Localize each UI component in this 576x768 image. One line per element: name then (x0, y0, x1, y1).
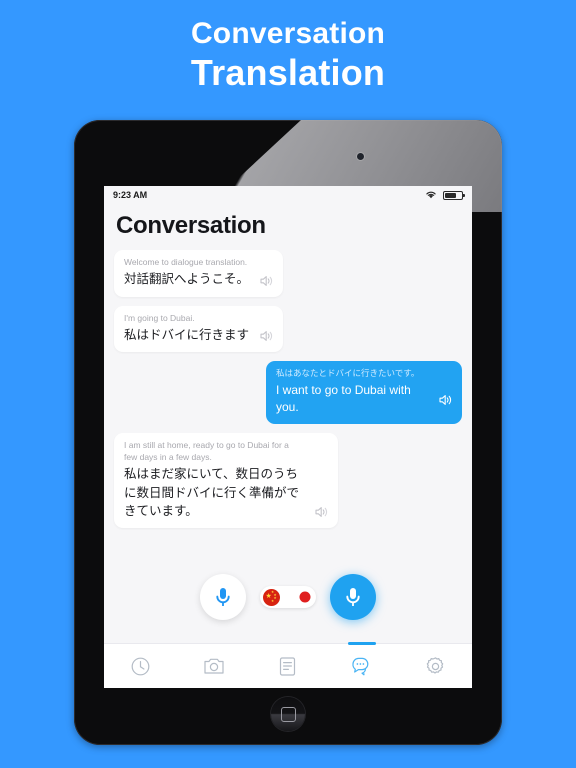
message-row: Welcome to dialogue translation. 対話翻訳へよう… (114, 250, 462, 297)
speaker-icon[interactable] (259, 329, 274, 343)
device-screen: 9:23 AM Conversation Welcome to dialogue… (104, 186, 472, 688)
message-source-text: Welcome to dialogue translation. (124, 257, 248, 267)
microphone-icon (346, 588, 360, 606)
japan-flag-icon[interactable] (296, 588, 313, 606)
front-camera-icon (357, 153, 364, 160)
message-target-text: I want to go to Dubai with you. (276, 382, 411, 415)
camera-icon (204, 658, 224, 674)
speaker-icon[interactable] (438, 393, 453, 407)
promo-line-2: Translation (190, 51, 386, 93)
home-square-icon (280, 706, 296, 722)
message-row: I am still at home, ready to go to Dubai… (114, 433, 462, 528)
message-source-text: I am still at home, ready to go to Dubai… (124, 440, 289, 462)
conversation-list: Welcome to dialogue translation. 対話翻訳へよう… (104, 250, 472, 551)
china-flag-icon[interactable]: ★ ★ ★ ★ ★ (263, 588, 280, 606)
document-icon (280, 656, 296, 676)
microphone-icon (216, 588, 230, 606)
clock-icon (131, 657, 150, 675)
message-row: I'm going to Dubai. 私はドバイに行きます (114, 305, 462, 353)
language-toggle[interactable]: ★ ★ ★ ★ ★ (260, 586, 316, 608)
chat-bubbles-icon (352, 657, 369, 675)
tab-history[interactable] (104, 644, 178, 688)
status-bar: 9:23 AM (104, 186, 472, 204)
message-bubble-incoming[interactable]: I am still at home, ready to go to Dubai… (114, 433, 338, 528)
speaker-icon[interactable] (259, 274, 274, 288)
message-row: 私はあなたとドバイに行きたいです。 I want to go to Dubai … (114, 361, 462, 425)
page-title: Conversation (116, 212, 266, 239)
mic-controls: ★ ★ ★ ★ ★ (104, 551, 472, 643)
message-bubble-incoming[interactable]: Welcome to dialogue translation. 対話翻訳へよう… (114, 250, 284, 297)
message-source-text: 私はあなたとドバイに行きたいです。 (276, 368, 420, 379)
tab-text[interactable] (251, 644, 325, 688)
message-source-text: I'm going to Dubai. (124, 312, 195, 323)
gear-icon (426, 656, 443, 674)
tab-camera[interactable] (178, 644, 252, 688)
active-tab-indicator (347, 642, 376, 645)
tab-conversation[interactable] (325, 642, 399, 688)
promo-line-1: Conversation (190, 17, 386, 50)
message-target-text: 私はドバイに行きます (124, 328, 250, 343)
status-indicators (425, 186, 465, 204)
tablet-device: 9:23 AM Conversation Welcome to dialogue… (74, 120, 502, 745)
status-time: 9:23 AM (113, 190, 148, 200)
message-target-text: 私はまだ家にいて、数日のうちに数日間ドバイに行く準備ができています。 (124, 467, 300, 518)
promo-heading: Conversation Translation (0, 18, 576, 91)
tab-settings[interactable] (398, 644, 472, 688)
microphone-right-button[interactable] (330, 574, 376, 620)
microphone-left-button[interactable] (200, 574, 246, 620)
message-bubble-incoming[interactable]: I'm going to Dubai. 私はドバイに行きます (114, 305, 284, 353)
message-target-text: 対話翻訳へようこそ。 (124, 272, 250, 287)
home-button[interactable] (271, 697, 305, 731)
battery-icon (443, 190, 465, 200)
speaker-icon[interactable] (314, 505, 329, 519)
tab-bar (104, 642, 472, 688)
message-bubble-outgoing[interactable]: 私はあなたとドバイに行きたいです。 I want to go to Dubai … (266, 361, 462, 425)
wifi-icon (425, 186, 437, 204)
